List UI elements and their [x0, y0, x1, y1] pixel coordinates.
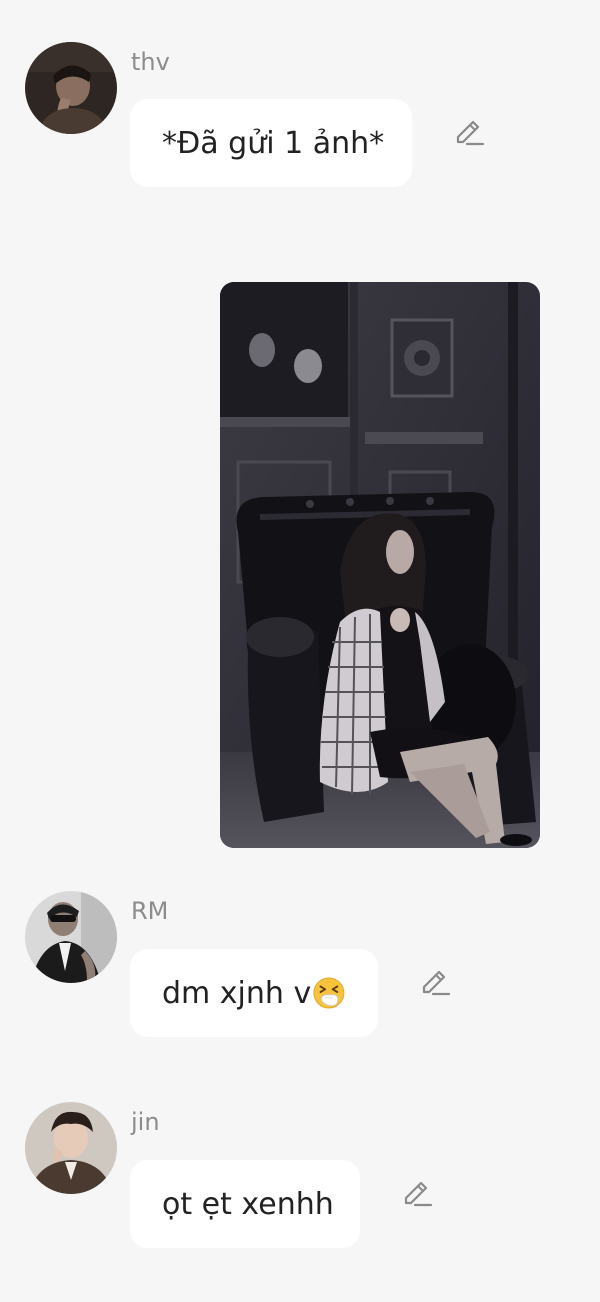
sender-name: thv [131, 48, 170, 76]
pencil-edit-icon[interactable] [400, 1177, 434, 1211]
avatar-thv-photo [25, 42, 117, 134]
message-text: ọt ẹt xenhh [162, 1186, 334, 1222]
sender-name: jin [131, 1108, 160, 1136]
avatar-rm[interactable] [25, 891, 117, 983]
pencil-edit-icon[interactable] [452, 116, 486, 150]
avatar-rm-photo [25, 891, 117, 983]
message-bubble[interactable]: ọt ẹt xenhh [130, 1160, 360, 1248]
sneezing-face-emoji [313, 977, 345, 1009]
woman-seated-in-black-leather-armchair-photo [220, 282, 540, 848]
message-text: *Đã gửi 1 ảnh* [162, 125, 385, 161]
shared-photo[interactable] [220, 282, 540, 848]
avatar-jin-photo [25, 1102, 117, 1194]
message-bubble[interactable]: dm xjnh v [130, 949, 378, 1037]
pencil-edit-icon[interactable] [418, 966, 452, 1000]
avatar-thv[interactable] [25, 42, 117, 134]
message-bubble[interactable]: *Đã gửi 1 ảnh* [130, 99, 412, 187]
chat-thread: thv *Đã gửi 1 ảnh* RM dm xjnh v jin ọt ẹ… [0, 0, 600, 1302]
avatar-jin[interactable] [25, 1102, 117, 1194]
message-text: dm xjnh v [162, 975, 312, 1011]
sender-name: RM [131, 897, 169, 925]
